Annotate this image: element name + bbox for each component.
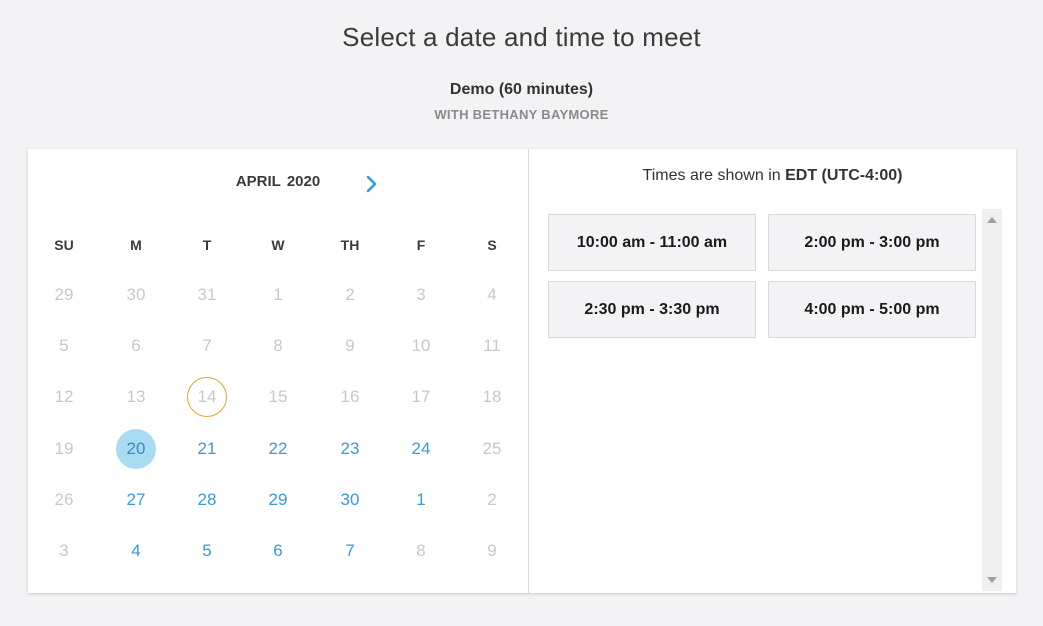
- weekday-su: SU: [54, 237, 74, 253]
- calendar-day[interactable]: 20: [116, 429, 156, 469]
- calendar-day: 25: [482, 439, 502, 458]
- calendar-day: 15: [268, 387, 288, 406]
- calendar-day[interactable]: 24: [401, 429, 441, 469]
- event-host: WITH BETHANY BAYMORE: [434, 107, 609, 122]
- calendar-day: 17: [411, 387, 431, 406]
- calendar-day: 16: [340, 387, 360, 406]
- calendar-day[interactable]: 23: [330, 429, 370, 469]
- weekday-header-row: SU M T W TH F S: [28, 225, 528, 265]
- calendar-day[interactable]: 21: [187, 429, 227, 469]
- calendar-day: 8: [416, 541, 426, 560]
- weekday-th: TH: [340, 237, 360, 253]
- calendar-day: 30: [126, 285, 146, 304]
- calendar-day: 31: [197, 285, 217, 304]
- calendar-day: 5: [59, 336, 69, 355]
- calendar-day: 29: [54, 285, 74, 304]
- calendar-day: 11: [483, 336, 501, 355]
- calendar-day: 2: [345, 285, 355, 304]
- calendar-day[interactable]: 27: [116, 480, 156, 520]
- weekday-w: W: [271, 237, 285, 253]
- scroll-up-icon[interactable]: [987, 217, 997, 223]
- slot-scrollbar[interactable]: [982, 209, 1002, 591]
- scheduler-panel: APRIL 2020 SU M T W TH F S 29 30 31 1 2 3 4 5 6 7 8 9 10 11 1…: [28, 149, 1016, 593]
- weekday-f: F: [416, 237, 426, 253]
- calendar-day: 26: [54, 490, 74, 509]
- timezone-note: Times are shown in EDT (UTC-4:00): [529, 167, 1016, 185]
- calendar-day: 12: [54, 387, 74, 406]
- calendar-day: 7: [202, 336, 212, 355]
- calendar-day[interactable]: 4: [116, 531, 156, 571]
- chevron-right-icon: [366, 175, 377, 193]
- calendar-day: 1: [273, 285, 283, 304]
- year-label: 2020: [286, 173, 321, 190]
- month-header: APRIL 2020: [28, 173, 528, 190]
- calendar-day: 3: [59, 541, 69, 560]
- weekday-t: T: [202, 237, 212, 253]
- calendar-day[interactable]: 29: [258, 480, 298, 520]
- calendar-day: 10: [411, 336, 431, 355]
- month-label: APRIL: [235, 173, 281, 190]
- weekday-m: M: [130, 237, 142, 253]
- calendar-day: 18: [482, 387, 502, 406]
- calendar-day: 4: [487, 285, 497, 304]
- calendar-day: 2: [487, 490, 497, 509]
- calendar-day[interactable]: 28: [187, 480, 227, 520]
- calendar-day[interactable]: 1: [401, 480, 441, 520]
- calendar-day: 9: [487, 541, 497, 560]
- calendar-day: 9: [345, 336, 355, 355]
- calendar-day: 3: [416, 285, 426, 304]
- calendar-day[interactable]: 30: [330, 480, 370, 520]
- time-slot-button[interactable]: 10:00 am - 11:00 am: [548, 214, 756, 271]
- weekday-s: S: [487, 237, 497, 253]
- calendar-day: 6: [131, 336, 141, 355]
- calendar-day: 13: [126, 387, 146, 406]
- calendar-day[interactable]: 7: [330, 531, 370, 571]
- calendar-day: 19: [54, 439, 74, 458]
- event-name: Demo (60 minutes): [449, 81, 594, 98]
- time-slot-button[interactable]: 2:00 pm - 3:00 pm: [768, 214, 976, 271]
- time-slot-button[interactable]: 4:00 pm - 5:00 pm: [768, 281, 976, 338]
- calendar-day[interactable]: 6: [258, 531, 298, 571]
- page-title: Select a date and time to meet: [342, 22, 701, 52]
- timezone-prefix: Times are shown in: [642, 167, 786, 184]
- calendar-day: 14: [187, 377, 227, 417]
- calendar: APRIL 2020 SU M T W TH F S 29 30 31 1 2 3 4 5 6 7 8 9 10 11 1…: [28, 149, 529, 593]
- time-slot-button[interactable]: 2:30 pm - 3:30 pm: [548, 281, 756, 338]
- calendar-day[interactable]: 5: [187, 531, 227, 571]
- calendar-day: 8: [273, 336, 283, 355]
- calendar-day[interactable]: 22: [258, 429, 298, 469]
- scroll-down-icon[interactable]: [987, 577, 997, 583]
- timezone-value: EDT (UTC-4:00): [785, 167, 903, 184]
- next-month-button[interactable]: [364, 173, 380, 195]
- time-slots-panel: Times are shown in EDT (UTC-4:00) 10:00 …: [529, 149, 1016, 593]
